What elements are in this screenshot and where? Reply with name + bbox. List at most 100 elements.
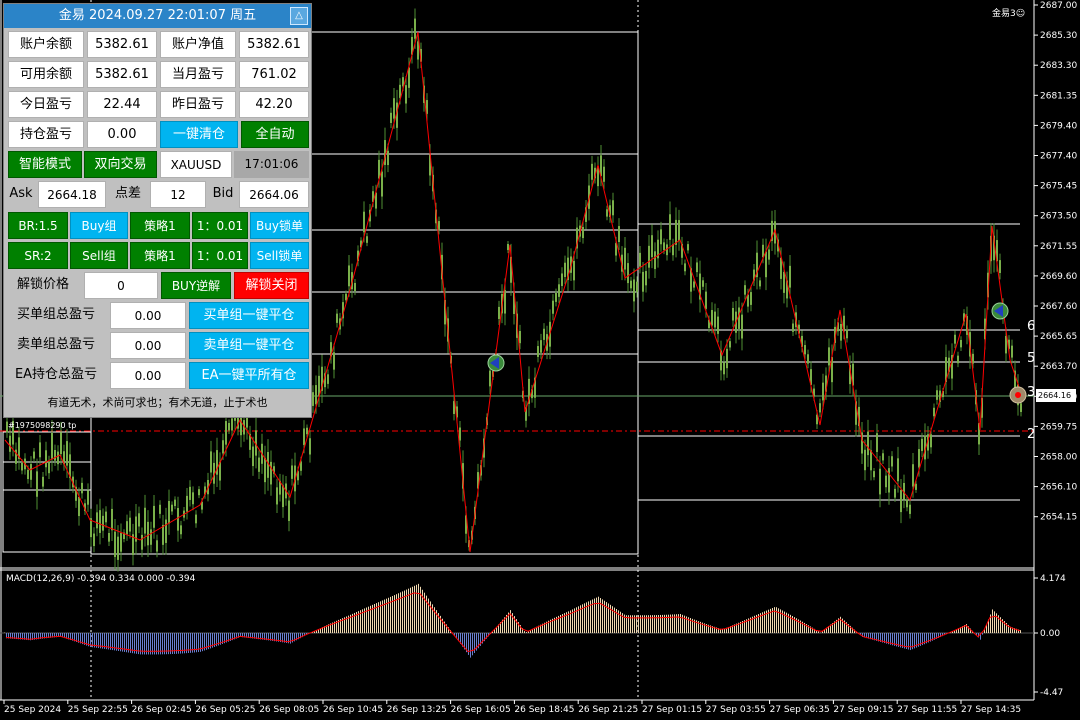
candle-body xyxy=(675,219,677,245)
close-sell-group-button[interactable]: 卖单组一键平仓 xyxy=(189,332,309,359)
candle-body xyxy=(807,354,809,364)
candle-body xyxy=(744,285,746,295)
macd-tick-label: 4.174 xyxy=(1040,574,1066,584)
candle-body xyxy=(309,438,311,455)
order-tag[interactable]: #1975098290 tp xyxy=(8,421,76,430)
candle-body xyxy=(822,382,824,401)
candle-body xyxy=(228,423,230,431)
unlock-close-button[interactable]: 解锁关闭 xyxy=(234,272,309,299)
free-margin-label: 可用余额 xyxy=(8,61,84,88)
candle-body xyxy=(291,465,293,479)
candle-body xyxy=(264,457,266,483)
candle-body xyxy=(210,451,212,473)
candle-body xyxy=(147,521,149,546)
trade-marker-2[interactable] xyxy=(991,302,1009,320)
motto-text: 有道无术，术尚可求也；有术无道，止于术也 xyxy=(47,396,268,409)
candle-body xyxy=(507,244,509,251)
candle-body xyxy=(741,314,743,339)
macd-bar xyxy=(994,611,995,633)
candle-body xyxy=(138,513,140,527)
candle-body xyxy=(162,524,164,545)
candle-body xyxy=(540,340,542,353)
candle-body xyxy=(387,150,389,166)
time-tick-label: 26 Sep 13:25 xyxy=(387,705,447,715)
candle-body xyxy=(336,313,338,323)
position-pl-value: 0.00 xyxy=(87,121,157,148)
candle-body xyxy=(885,475,887,488)
candle-body xyxy=(54,450,56,461)
today-pl-value: 22.44 xyxy=(87,91,157,118)
candle-body xyxy=(612,200,614,216)
sell-lock-button[interactable]: Sell锁单 xyxy=(250,242,309,269)
two-way-trade-button[interactable]: 双向交易 xyxy=(84,151,157,178)
price-tick-label: 2671.55 xyxy=(1040,242,1077,252)
spread-value: 12 xyxy=(150,181,206,208)
candle-body xyxy=(504,290,506,314)
ask-label: Ask xyxy=(9,186,33,201)
buy-strategy-button[interactable]: 策略1 xyxy=(130,212,190,239)
candle-body xyxy=(144,507,146,534)
candle-body xyxy=(714,311,716,328)
candle-body xyxy=(111,508,113,531)
macd-bar xyxy=(526,632,527,633)
candle-body xyxy=(105,511,107,523)
candle-body xyxy=(21,462,23,471)
balance-label: 账户余额 xyxy=(8,31,84,58)
candle-body xyxy=(882,453,884,461)
price-tick-label: 2677.40 xyxy=(1040,152,1077,162)
candle-body xyxy=(954,334,956,344)
candle-body xyxy=(276,487,278,505)
candle-body xyxy=(606,209,608,217)
sr-button[interactable]: SR:2 xyxy=(8,242,68,269)
candle-body xyxy=(918,449,920,468)
macd-bar xyxy=(818,631,819,633)
candle-body xyxy=(573,260,575,281)
month-pl-value: 761.02 xyxy=(239,61,309,88)
br-button[interactable]: BR:1.5 xyxy=(8,212,68,239)
candle-body xyxy=(840,323,842,341)
unlock-price-input[interactable]: 0 xyxy=(84,272,158,299)
candle-body xyxy=(33,451,35,459)
buy-group-button[interactable]: Buy组 xyxy=(70,212,128,239)
close-buy-group-button[interactable]: 买单组一键平仓 xyxy=(189,302,309,329)
candle-body xyxy=(306,427,308,435)
collapse-icon[interactable]: △ xyxy=(290,7,308,25)
ask-value: 2664.18 xyxy=(38,181,106,208)
smart-mode-button[interactable]: 智能模式 xyxy=(8,151,82,178)
candle-body xyxy=(414,18,416,39)
candle-body xyxy=(498,306,500,320)
sell-group-button[interactable]: Sell组 xyxy=(70,242,128,269)
candle-body xyxy=(663,242,665,251)
time-tick-label: 27 Sep 06:35 xyxy=(770,705,830,715)
panel-title[interactable]: 金易 2024.09.27 22:01:07 周五 xyxy=(4,4,311,28)
sell-ratio-field[interactable]: 1：0.01 xyxy=(192,242,248,269)
candle-body xyxy=(114,531,116,558)
candle-body xyxy=(348,265,350,287)
level-label: 3 xyxy=(1027,385,1035,400)
close-all-ea-button[interactable]: EA一键平所有仓 xyxy=(189,362,309,389)
full-auto-button[interactable]: 全自动 xyxy=(241,121,309,148)
candle-body xyxy=(603,166,605,182)
buy-lock-button[interactable]: Buy锁单 xyxy=(250,212,309,239)
candle-body xyxy=(99,510,101,533)
buy-ratio-field[interactable]: 1：0.01 xyxy=(192,212,248,239)
candle-body xyxy=(489,370,491,387)
sell-strategy-button[interactable]: 策略1 xyxy=(130,242,190,269)
buy-group-pl-label: 买单组总盈亏 xyxy=(16,307,95,322)
candle-body xyxy=(642,271,644,292)
trade-marker-1[interactable] xyxy=(487,354,505,372)
buy-reverse-button[interactable]: BUY逆解 xyxy=(161,272,231,299)
candle-body xyxy=(165,519,167,543)
candle-body xyxy=(723,362,725,375)
candle-body xyxy=(900,490,902,513)
close-marker[interactable] xyxy=(1009,386,1027,404)
candle-body xyxy=(252,446,254,467)
candle-body xyxy=(654,251,656,270)
candle-body xyxy=(30,464,32,480)
candle-body xyxy=(555,293,557,302)
macd-bar xyxy=(680,613,681,633)
candle-body xyxy=(159,504,161,514)
macd-bar xyxy=(1020,630,1021,633)
close-all-button[interactable]: 一键清仓 xyxy=(160,121,238,148)
candle-body xyxy=(156,540,158,552)
